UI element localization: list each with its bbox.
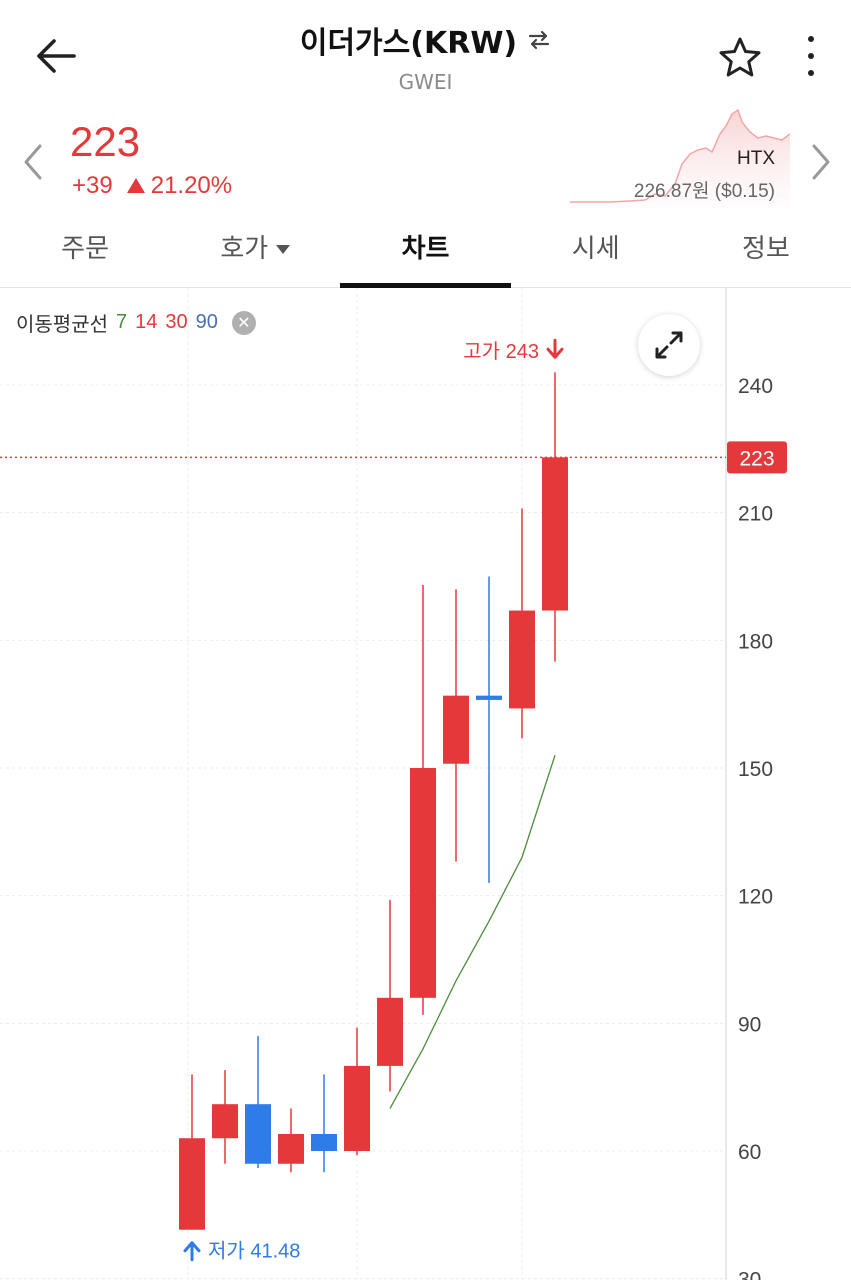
low-price-annotation: 저가 41.48	[208, 1240, 300, 1263]
y-tick-label: 90	[738, 1013, 761, 1036]
fullscreen-button[interactable]	[638, 314, 700, 376]
y-tick-label: 150	[738, 758, 773, 781]
coin-name: 이더가스(KRW)	[299, 26, 518, 61]
exchange-name: HTX	[737, 148, 775, 169]
more-dot-icon	[808, 53, 814, 59]
tab-orderbook-label: 호가	[220, 234, 269, 264]
swap-icon[interactable]	[527, 28, 551, 52]
candle-body	[179, 1138, 205, 1230]
tab-bar: 주문 호가 차트 시세 정보	[0, 214, 851, 288]
up-triangle-icon	[126, 178, 145, 193]
y-tick-label: 30	[738, 1269, 761, 1280]
candle-body	[476, 695, 502, 700]
y-tick-label: 60	[738, 1141, 761, 1164]
more-dot-icon	[808, 36, 814, 42]
tab-orderbook[interactable]: 호가	[170, 214, 340, 287]
candle-body	[212, 1104, 238, 1139]
candle-body	[542, 457, 568, 611]
next-coin-chevron-icon[interactable]	[806, 140, 836, 184]
price-change: +39 21.20%	[72, 172, 232, 200]
reference-price: 226.87원 ($0.15)	[633, 181, 775, 202]
star-icon	[719, 37, 761, 77]
change-amount: +39	[72, 172, 113, 199]
y-tick-label: 210	[738, 503, 773, 526]
tab-market-price[interactable]: 시세	[511, 214, 681, 287]
candle-body	[311, 1133, 337, 1151]
ma-7-label: 7	[116, 311, 128, 333]
candle-body	[245, 1104, 271, 1164]
ma-30-label: 30	[165, 311, 188, 333]
y-tick-label: 240	[738, 375, 773, 398]
app-header: 이더가스(KRW) GWEI	[0, 0, 851, 100]
candle-body	[377, 997, 403, 1066]
y-tick-label: 120	[738, 886, 773, 909]
current-price-tag-label: 223	[739, 447, 774, 470]
ma-legend-label: 이동평균선	[16, 314, 108, 336]
candle-body	[509, 610, 535, 709]
current-price: 223	[70, 118, 141, 165]
price-summary: 223 +39 21.20% HTX 226.87원 ($0.15)	[0, 104, 851, 214]
arrow-up-icon	[183, 1241, 201, 1262]
caret-down-icon	[276, 245, 291, 254]
arrow-down-icon	[546, 338, 564, 359]
change-percent: 21.20%	[150, 172, 233, 199]
more-options-button[interactable]	[796, 34, 826, 78]
close-icon[interactable]: ✕	[231, 310, 256, 335]
moving-average-legend[interactable]: 이동평균선 7 14 30 90 ✕	[16, 308, 256, 337]
candle-body	[443, 695, 469, 764]
high-price-annotation: 고가 243	[463, 340, 539, 363]
ma-90-label: 90	[195, 311, 218, 333]
favorite-button[interactable]	[716, 34, 764, 82]
tab-chart[interactable]: 차트	[340, 214, 511, 288]
tab-info[interactable]: 정보	[681, 214, 851, 287]
candle-body	[410, 768, 436, 998]
expand-icon	[655, 331, 683, 359]
candle-body	[344, 1065, 370, 1151]
previous-coin-chevron-icon[interactable]	[18, 140, 48, 184]
tab-order[interactable]: 주문	[0, 214, 170, 287]
ma-14-label: 14	[135, 311, 158, 333]
page-title[interactable]: 이더가스(KRW)	[300, 18, 551, 62]
candlestick-chart[interactable]: 30 60 90 120 150 180 210 240 223 고가 243 저가 41.48	[0, 288, 851, 1280]
y-tick-label: 180	[738, 630, 773, 653]
more-dot-icon	[808, 70, 814, 76]
change-percent-wrap: 21.20%	[126, 172, 233, 200]
candle-body	[278, 1133, 304, 1164]
